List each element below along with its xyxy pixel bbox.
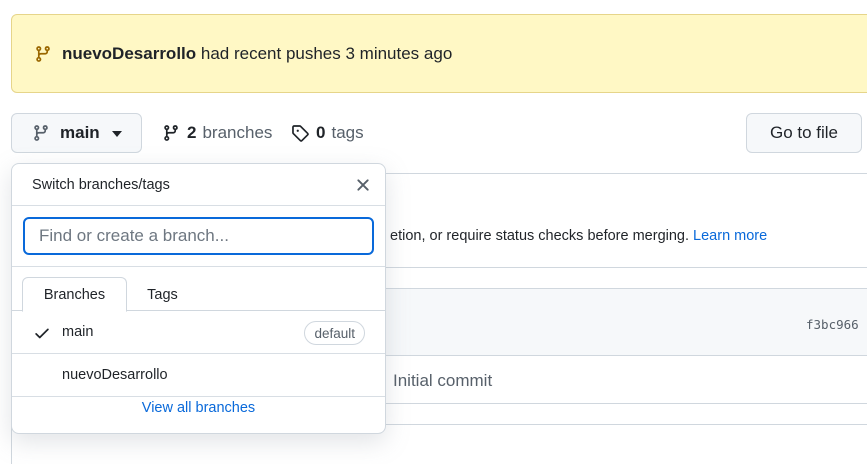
default-badge: default — [304, 321, 365, 345]
current-branch-label: main — [60, 123, 100, 142]
close-icon[interactable] — [353, 175, 373, 195]
learn-more-link[interactable]: Learn more — [693, 228, 767, 244]
branch-search-input[interactable] — [23, 217, 374, 255]
branch-tag-tabs: Branches Tags — [12, 267, 385, 312]
branch-item-label: main — [62, 324, 94, 340]
git-branch-icon — [36, 45, 50, 62]
view-all-branches-link[interactable]: View all branches — [12, 400, 385, 416]
commit-message-link[interactable]: Initial commit — [393, 371, 492, 391]
go-to-file-button[interactable]: Go to file — [746, 113, 862, 153]
switch-branches-dropdown: Switch branches/tags Branches Tags main … — [11, 163, 386, 434]
branch-item-main[interactable]: main default — [12, 311, 385, 354]
branch-item-label: nuevoDesarrollo — [62, 367, 168, 383]
banner-branch-name[interactable]: nuevoDesarrollo — [62, 44, 196, 63]
branches-link[interactable]: 2 branches — [162, 120, 272, 146]
branch-selector-button[interactable]: main — [11, 113, 142, 153]
tags-count: 0 — [316, 123, 326, 142]
tab-tags[interactable]: Tags — [130, 277, 195, 312]
commit-hash-link[interactable]: f3bc966 — [806, 317, 859, 332]
branches-count: 2 — [187, 123, 197, 142]
dropdown-title: Switch branches/tags — [32, 177, 170, 193]
branch-protection-text: etion, or require status checks before m… — [390, 228, 767, 244]
branch-filter-section — [12, 206, 385, 267]
banner-message: had recent pushes 3 minutes ago — [196, 43, 453, 63]
check-icon — [35, 328, 49, 339]
tags-label: tags — [331, 123, 364, 142]
recent-pushes-banner: nuevoDesarrollo had recent pushes 3 minu… — [11, 14, 867, 93]
branch-item-nuevodesarrollo[interactable]: nuevoDesarrollo — [12, 354, 385, 397]
tab-branches[interactable]: Branches — [22, 277, 127, 312]
branches-label: branches — [202, 123, 273, 142]
chevron-down-icon — [111, 131, 122, 137]
git-branch-icon — [34, 125, 48, 141]
protection-message: etion, or require status checks before m… — [390, 228, 690, 244]
tags-link[interactable]: 0 tags — [291, 120, 364, 146]
git-branch-icon — [164, 125, 178, 141]
tag-icon — [292, 125, 309, 142]
banner-text: nuevoDesarrollo had recent pushes 3 minu… — [62, 44, 452, 64]
dropdown-header: Switch branches/tags — [12, 164, 385, 206]
